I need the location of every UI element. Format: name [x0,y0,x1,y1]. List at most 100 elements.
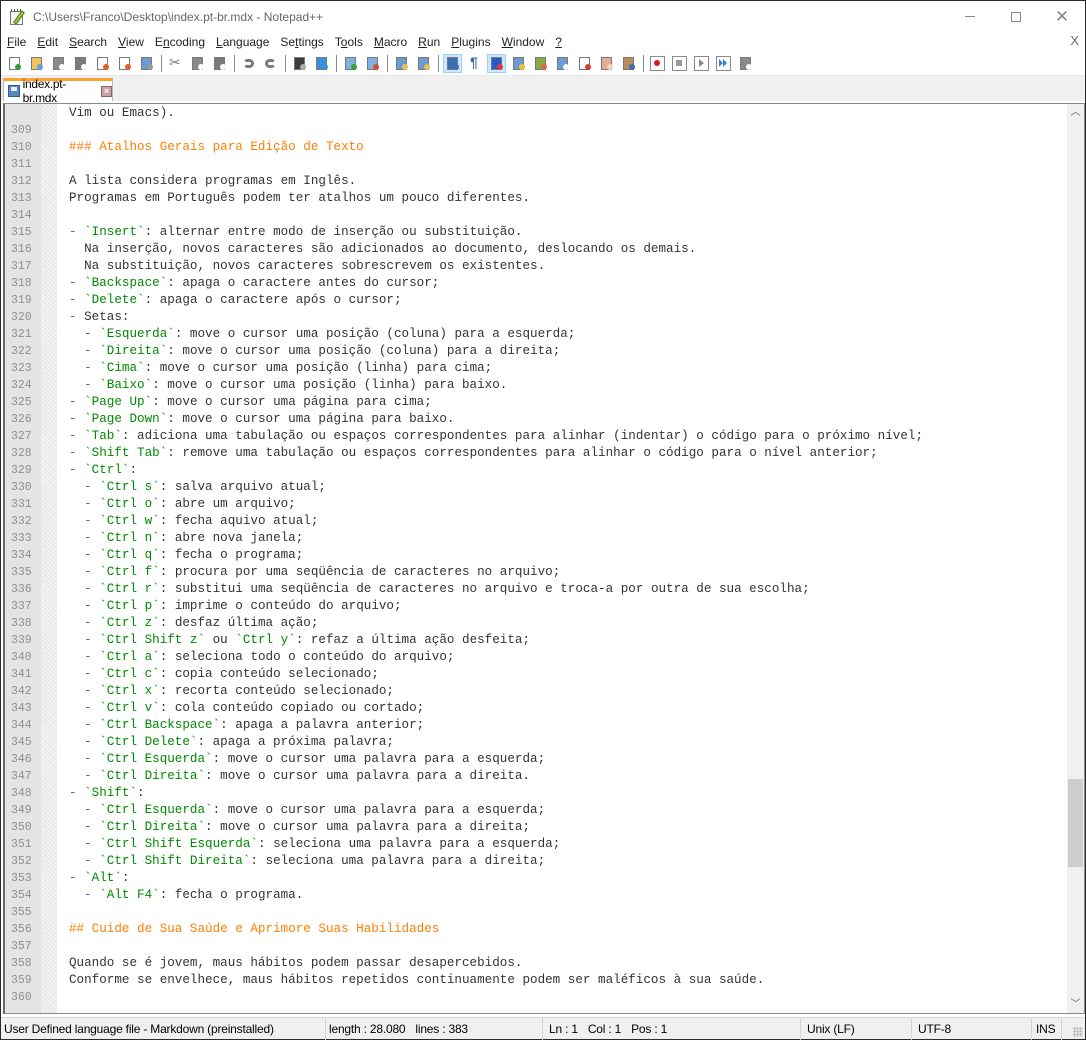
folder-as-workspace-button[interactable] [597,54,616,73]
editor-line[interactable]: 352 - `Ctrl Shift Direita`: seleciona um… [5,853,1065,870]
close-document-button[interactable]: X [1070,33,1079,48]
menu-run[interactable]: Run [418,35,440,49]
undo-button[interactable] [239,54,258,73]
editor-line[interactable]: 309 [5,122,1065,139]
maximize-button[interactable] [993,1,1039,32]
editor-line[interactable]: 356 ## Cuide de Sua Saúde e Aprimore Suas… [5,921,1065,938]
scroll-down-icon[interactable]: ﹀ [1067,996,1084,1013]
tab-index-pt-br-mdx[interactable]: index.pt-br.mdx × [3,77,113,105]
replace-button[interactable] [312,54,331,73]
editor-line[interactable]: 317 Na substituição, novos caracteres so… [5,258,1065,275]
tab-close-icon[interactable]: × [101,85,112,97]
scrollbar-thumb[interactable] [1068,779,1083,867]
editor-line[interactable]: 335 - `Ctrl f`: procura por uma seqüênci… [5,564,1065,581]
editor-line[interactable]: 312 A lista considera programas em Inglês… [5,173,1065,190]
menu-settings[interactable]: Settings [280,35,323,49]
editor-line[interactable]: 354 - `Alt F4`: fecha o programa. [5,887,1065,904]
editor-line[interactable]: 328 - `Shift Tab`: remove uma tabulação o… [5,445,1065,462]
editor-line[interactable]: 324 - `Baixo`: move o cursor uma posição… [5,377,1065,394]
editor-line[interactable]: 340 - `Ctrl a`: seleciona todo o conteúd… [5,649,1065,666]
editor-line[interactable]: 322 - `Direita`: move o cursor uma posiç… [5,343,1065,360]
find-button[interactable] [290,54,309,73]
editor-line[interactable]: 337 - `Ctrl p`: imprime o conteúdo do ar… [5,598,1065,615]
function-list-button[interactable] [575,54,594,73]
close-button[interactable] [93,54,112,73]
menu-help[interactable]: ? [555,35,562,49]
editor-line[interactable]: 325 - `Page Up`: move o cursor uma página… [5,394,1065,411]
close-all-button[interactable] [115,54,134,73]
zoom-in-button[interactable] [341,54,360,73]
editor-line[interactable]: 338 - `Ctrl z`: desfaz última ação; [5,615,1065,632]
editor-line[interactable]: 313 Programas em Português podem ter atal… [5,190,1065,207]
editor-line[interactable]: 344 - `Ctrl Backspace`: apaga a palavra … [5,717,1065,734]
editor-line[interactable]: 341 - `Ctrl c`: copia conteúdo seleciona… [5,666,1065,683]
editor-line[interactable]: 334 - `Ctrl q`: fecha o programa; [5,547,1065,564]
editor-line[interactable]: 345 - `Ctrl Delete`: apaga a próxima pal… [5,734,1065,751]
menu-plugins[interactable]: Plugins [451,35,490,49]
document-list-button[interactable] [553,54,572,73]
editor-line[interactable]: 331 - `Ctrl o`: abre um arquivo; [5,496,1065,513]
menu-file[interactable]: File [7,35,26,49]
save-all-button[interactable] [71,54,90,73]
editor-line[interactable]: 343 - `Ctrl v`: cola conteúdo copiado ou… [5,700,1065,717]
indent-guide-button[interactable] [487,53,506,73]
editor-line[interactable]: 346 - `Ctrl Esquerda`: move o cursor uma… [5,751,1065,768]
editor-line[interactable]: 357 [5,938,1065,955]
print-button[interactable] [137,54,156,73]
editor-line[interactable]: 342 - `Ctrl x`: recorta conteúdo selecio… [5,683,1065,700]
editor-line[interactable]: 336 - `Ctrl r`: substitui uma seqüência … [5,581,1065,598]
editor-line[interactable]: 330 - `Ctrl s`: salva arquivo atual; [5,479,1065,496]
close-window-button[interactable]: ✕ [1039,1,1085,32]
editor[interactable]: Vim ou Emacs). 309 310 ### Atalhos Gerais p… [3,103,1085,1014]
editor-text[interactable]: Vim ou Emacs). 309 310 ### Atalhos Gerais p… [5,105,1065,1006]
minimize-button[interactable] [947,1,993,32]
editor-line[interactable]: 350 - `Ctrl Direita`: move o cursor uma … [5,819,1065,836]
editor-line[interactable]: 318 - `Backspace`: apaga o caractere ante… [5,275,1065,292]
editor-line[interactable]: 315 - `Insert`: alternar entre modo de in… [5,224,1065,241]
editor-line[interactable]: 349 - `Ctrl Esquerda`: move o cursor uma… [5,802,1065,819]
editor-line[interactable]: 329 - `Ctrl`: [5,462,1065,479]
paste-button[interactable] [210,54,229,73]
editor-line[interactable]: 358 Quando se é jovem, maus hábitos podem… [5,955,1065,972]
word-wrap-button[interactable] [443,53,462,73]
new-file-button[interactable] [5,54,24,73]
editor-line[interactable]: 314 [5,207,1065,224]
vertical-scrollbar[interactable]: ︿ ﹀ [1067,104,1084,1013]
editor-line[interactable]: 360 [5,989,1065,1006]
cut-button[interactable]: ✂ [166,54,185,73]
menu-search[interactable]: Search [69,35,107,49]
monitoring-button[interactable] [619,54,638,73]
record-macro-button[interactable] [648,54,667,73]
zoom-out-button[interactable] [363,54,382,73]
redo-button[interactable] [261,54,280,73]
copy-button[interactable] [188,54,207,73]
menu-language[interactable]: Language [216,35,269,49]
save-macro-button[interactable] [736,54,755,73]
editor-line[interactable]: 310 ### Atalhos Gerais para Edição de Tex… [5,139,1065,156]
menu-view[interactable]: View [118,35,144,49]
editor-line[interactable]: Vim ou Emacs). [5,105,1065,122]
editor-line[interactable]: 353 - `Alt`: [5,870,1065,887]
menu-edit[interactable]: Edit [37,35,58,49]
editor-line[interactable]: 339 - `Ctrl Shift z` ou `Ctrl y`: refaz … [5,632,1065,649]
editor-line[interactable]: 359 Conforme se envelhece, maus hábitos r… [5,972,1065,989]
menu-macro[interactable]: Macro [374,35,407,49]
editor-line[interactable]: 321 - `Esquerda`: move o cursor uma posi… [5,326,1065,343]
editor-line[interactable]: 348 - `Shift`: [5,785,1065,802]
editor-line[interactable]: 326 - `Page Down`: move o cursor uma pági… [5,411,1065,428]
editor-line[interactable]: 311 [5,156,1065,173]
editor-line[interactable]: 327 - `Tab`: adiciona uma tabulação ou es… [5,428,1065,445]
editor-line[interactable]: 333 - `Ctrl n`: abre nova janela; [5,530,1065,547]
document-map-button[interactable] [531,54,550,73]
menu-tools[interactable]: Tools [335,35,363,49]
editor-line[interactable]: 351 - `Ctrl Shift Esquerda`: seleciona u… [5,836,1065,853]
editor-line[interactable]: 320 - Setas: [5,309,1065,326]
editor-line[interactable]: 316 Na inserção, novos caracteres são ad… [5,241,1065,258]
editor-line[interactable]: 332 - `Ctrl w`: fecha aquivo atual; [5,513,1065,530]
editor-line[interactable]: 347 - `Ctrl Direita`: move o cursor uma … [5,768,1065,785]
playback-macro-button[interactable] [692,54,711,73]
editor-line[interactable]: 319 - `Delete`: apaga o caractere após o … [5,292,1065,309]
menu-encoding[interactable]: Encoding [155,35,205,49]
user-defined-language-button[interactable] [509,54,528,73]
editor-line[interactable]: 323 - `Cima`: move o cursor uma posição … [5,360,1065,377]
